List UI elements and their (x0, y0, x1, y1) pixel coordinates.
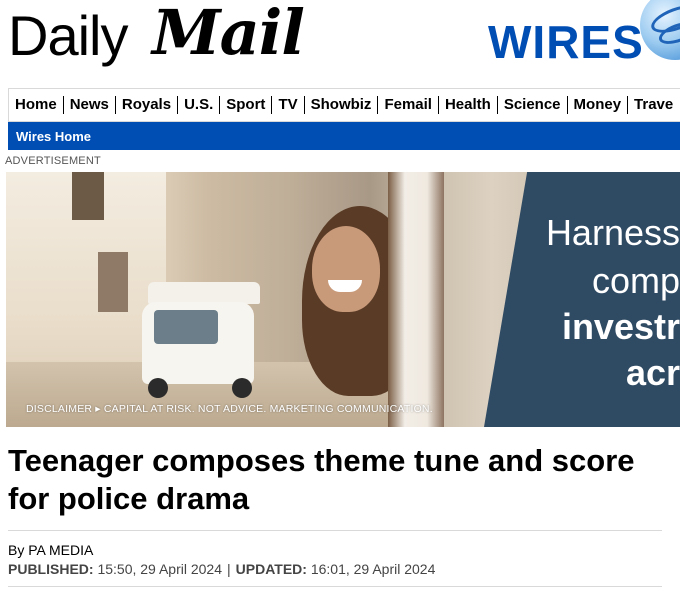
published-label: PUBLISHED: (8, 561, 94, 577)
main-nav: Home News Royals U.S. Sport TV Showbiz F… (8, 88, 680, 122)
nav-item-news[interactable]: News (64, 96, 116, 114)
daily-mail-logo-daily[interactable]: Daily (8, 4, 128, 68)
nav-item-health[interactable]: Health (439, 96, 498, 114)
updated-time: 16:01, 29 April 2024 (310, 561, 436, 577)
nav-item-us[interactable]: U.S. (178, 96, 221, 114)
advert-window (72, 172, 104, 220)
byline[interactable]: By PA MEDIA (8, 542, 93, 558)
advert-tuktuk (134, 282, 262, 402)
nav-item-tv[interactable]: TV (272, 96, 305, 114)
daily-mail-logo-mail[interactable]: Mail (152, 0, 305, 68)
divider (8, 586, 662, 587)
advertisement-label: ADVERTISEMENT (5, 155, 101, 167)
advert-disclaimer: DISCLAIMER ▸ CAPITAL AT RISK. NOT ADVICE… (26, 403, 433, 415)
advert-line-1: Harness (545, 212, 680, 253)
nav-item-showbiz[interactable]: Showbiz (305, 96, 379, 114)
updated-label: UPDATED: (235, 561, 307, 577)
globe-icon (640, 0, 680, 60)
advert-window (98, 252, 128, 312)
nav-item-travel[interactable]: Trave (628, 96, 679, 114)
nav-item-science[interactable]: Science (498, 96, 568, 114)
publish-info: PUBLISHED: 15:50, 29 April 2024 | UPDATED:… (8, 561, 435, 577)
wires-logo[interactable]: WIRES (488, 16, 644, 68)
nav-item-royals[interactable]: Royals (116, 96, 179, 114)
nav-item-home[interactable]: Home (9, 96, 64, 114)
nav-item-femail[interactable]: Femail (378, 96, 439, 114)
wires-subnav: Wires Home (8, 122, 680, 150)
wires-home-link[interactable]: Wires Home (8, 129, 91, 144)
nav-item-money[interactable]: Money (568, 96, 629, 114)
masthead: Daily Mail WIRES (0, 0, 680, 88)
advert-line-4: acr (625, 352, 680, 393)
advert-line-2: comp (591, 260, 680, 301)
advert-banner[interactable]: Harness comp investr acr DISCLAIMER ▸ CA… (6, 172, 680, 427)
separator: | (227, 561, 231, 577)
divider (8, 530, 662, 531)
advert-woman-face (312, 226, 380, 312)
advert-line-3: investr (561, 306, 680, 347)
nav-item-sport[interactable]: Sport (220, 96, 273, 114)
article-headline: Teenager composes theme tune and score f… (8, 443, 635, 516)
published-time: 15:50, 29 April 2024 (97, 561, 222, 577)
advert-doorframe (388, 172, 444, 427)
